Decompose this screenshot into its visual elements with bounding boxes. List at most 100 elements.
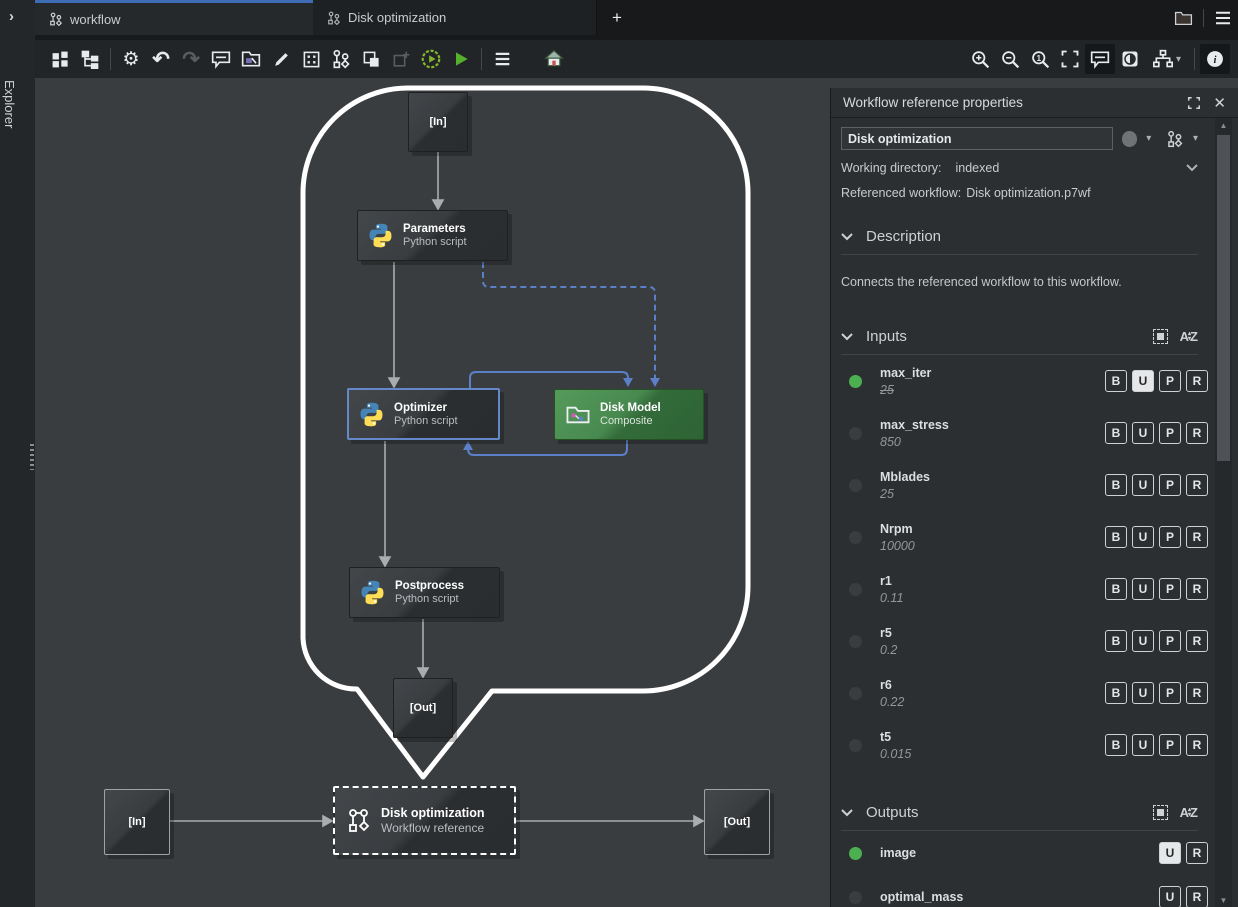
pencil-icon[interactable] [266, 44, 296, 74]
node-parameters[interactable]: Parameters Python script [357, 210, 508, 261]
settings-gear-icon[interactable]: ⚙ [116, 44, 146, 74]
toggle-r-button[interactable]: R [1186, 474, 1208, 496]
toggle-b-button[interactable]: B [1105, 526, 1127, 548]
outputs-section-header[interactable]: Outputs A ▴▾ Z [841, 804, 1198, 831]
io-row[interactable]: Nrpm 10000 BUPR [831, 511, 1208, 563]
io-row[interactable]: max_iter 25 BUPR [831, 355, 1208, 407]
toggle-p-button[interactable]: P [1159, 630, 1181, 652]
run-icon[interactable] [446, 44, 476, 74]
io-row[interactable]: r5 0.2 BUPR [831, 615, 1208, 667]
add-block-icon[interactable] [45, 44, 75, 74]
explorer-label[interactable]: Explorer [2, 80, 17, 128]
comments-toggle-icon[interactable] [1085, 44, 1115, 74]
block-name-input[interactable] [841, 127, 1113, 150]
toggle-u-button[interactable]: U [1159, 842, 1181, 864]
toggle-b-button[interactable]: B [1105, 578, 1127, 600]
io-row[interactable]: r6 0.22 BUPR [831, 667, 1208, 719]
sidebar-resize-grip[interactable] [30, 444, 34, 470]
toggle-b-button[interactable]: B [1105, 422, 1127, 444]
toggle-r-button[interactable]: R [1186, 734, 1208, 756]
toggle-r-button[interactable]: R [1186, 886, 1208, 907]
io-row[interactable]: optimal_mass UR [831, 875, 1208, 907]
folder-edit-icon[interactable] [236, 44, 266, 74]
toggle-p-button[interactable]: P [1159, 526, 1181, 548]
toggle-b-button[interactable]: B [1105, 630, 1127, 652]
zoom-fit-icon[interactable] [1055, 44, 1085, 74]
toggle-p-button[interactable]: P [1159, 474, 1181, 496]
layout-tree-icon[interactable]: ▾ [1145, 44, 1189, 74]
chevron-down-icon[interactable]: ▾ [1193, 133, 1198, 144]
io-row[interactable]: Mblades 25 BUPR [831, 459, 1208, 511]
port-node-out[interactable]: [Out] [393, 678, 453, 738]
toggle-r-button[interactable]: R [1186, 578, 1208, 600]
node-optimizer[interactable]: Optimizer Python script [347, 388, 500, 440]
toggle-u-button[interactable]: U [1132, 682, 1154, 704]
toggle-p-button[interactable]: P [1159, 578, 1181, 600]
working-directory-row[interactable]: Working directory: indexed [841, 159, 1198, 177]
color-swatch[interactable] [1122, 131, 1138, 147]
scrollbar-thumb[interactable] [1217, 135, 1230, 461]
info-icon[interactable]: i [1200, 44, 1230, 74]
comment-icon[interactable] [206, 44, 236, 74]
scroll-down-button[interactable]: ▼ [1215, 893, 1232, 907]
workflow-icon[interactable] [326, 44, 356, 74]
toggle-b-button[interactable]: B [1105, 682, 1127, 704]
new-tab-button[interactable]: + [604, 5, 630, 31]
toggle-r-button[interactable]: R [1186, 526, 1208, 548]
grid-icon[interactable] [296, 44, 326, 74]
zoom-actual-icon[interactable]: 1 [1025, 44, 1055, 74]
panel-scrollbar[interactable]: ▲ ▼ [1215, 118, 1232, 907]
tab-workflow[interactable]: workflow [35, 0, 313, 35]
theme-toggle-icon[interactable] [1115, 44, 1145, 74]
home-icon[interactable] [539, 44, 569, 74]
folder-icon[interactable] [1174, 10, 1193, 26]
select-all-icon[interactable] [1153, 329, 1168, 344]
menu-icon[interactable] [1214, 11, 1232, 25]
toggle-u-button[interactable]: U [1159, 886, 1181, 907]
io-row[interactable]: image UR [831, 831, 1208, 875]
expand-panel-icon[interactable] [1187, 96, 1201, 110]
run-settings-icon[interactable] [416, 44, 446, 74]
duplicate-icon[interactable] [356, 44, 386, 74]
workflow-icon[interactable] [1166, 130, 1184, 148]
toggle-b-button[interactable]: B [1105, 370, 1127, 392]
inputs-section-header[interactable]: Inputs A ▴▾ Z [841, 328, 1198, 355]
toggle-u-button[interactable]: U [1132, 578, 1154, 600]
toggle-u-button[interactable]: U [1132, 474, 1154, 496]
toggle-b-button[interactable]: B [1105, 474, 1127, 496]
toggle-r-button[interactable]: R [1186, 842, 1208, 864]
toggle-r-button[interactable]: R [1186, 370, 1208, 392]
toggle-r-button[interactable]: R [1186, 682, 1208, 704]
toggle-b-button[interactable]: B [1105, 734, 1127, 756]
io-row[interactable]: r1 0.11 BUPR [831, 563, 1208, 615]
port-node-in-bottom[interactable]: [In] [104, 789, 170, 855]
port-node-in[interactable]: [In] [408, 92, 468, 152]
toggle-u-button[interactable]: U [1132, 734, 1154, 756]
chevron-down-icon[interactable] [1186, 164, 1198, 172]
chevron-down-icon[interactable]: ▾ [1146, 133, 1151, 144]
toggle-p-button[interactable]: P [1159, 682, 1181, 704]
add-frame-icon[interactable] [386, 44, 416, 74]
menu-icon[interactable] [487, 44, 517, 74]
expand-explorer-button[interactable]: › [9, 8, 14, 25]
undo-icon[interactable]: ↶ [146, 44, 176, 74]
zoom-out-icon[interactable] [995, 44, 1025, 74]
select-all-icon[interactable] [1153, 805, 1168, 820]
port-node-out-bottom[interactable]: [Out] [704, 789, 770, 855]
toggle-u-button[interactable]: U [1132, 422, 1154, 444]
toggle-u-button[interactable]: U [1132, 630, 1154, 652]
redo-icon[interactable]: ↷ [176, 44, 206, 74]
node-disk-model[interactable]: Disk Model Composite [554, 389, 704, 440]
toggle-p-button[interactable]: P [1159, 734, 1181, 756]
toggle-r-button[interactable]: R [1186, 630, 1208, 652]
scroll-up-button[interactable]: ▲ [1215, 118, 1232, 132]
sort-az-icon[interactable]: A ▴▾ Z [1180, 329, 1198, 344]
description-section-header[interactable]: Description [841, 228, 1198, 255]
toggle-u-button[interactable]: U [1132, 370, 1154, 392]
zoom-in-icon[interactable] [965, 44, 995, 74]
io-row[interactable]: max_stress 850 BUPR [831, 407, 1208, 459]
tree-structure-icon[interactable] [75, 44, 105, 74]
sort-az-icon[interactable]: A ▴▾ Z [1180, 805, 1198, 820]
node-postprocess[interactable]: Postprocess Python script [349, 567, 500, 618]
close-icon[interactable]: ✕ [1213, 94, 1226, 112]
